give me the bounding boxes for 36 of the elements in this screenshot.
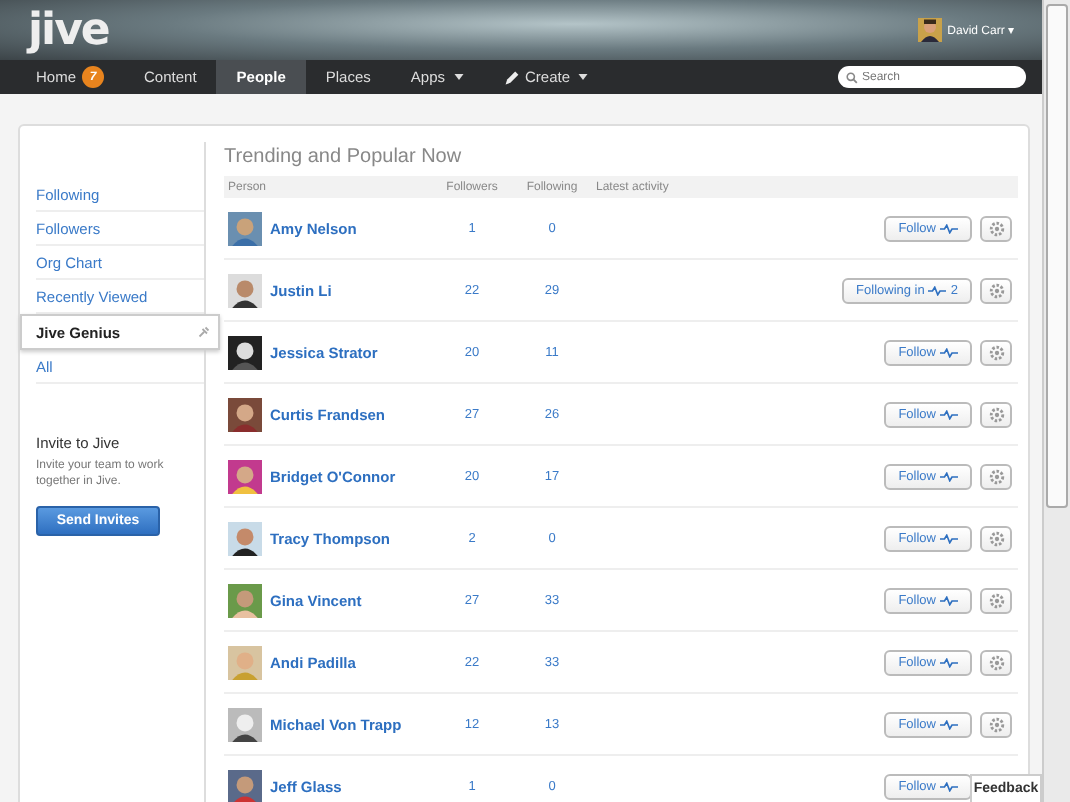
settings-button[interactable]: [980, 525, 1012, 551]
activity-icon: [940, 347, 958, 357]
settings-button[interactable]: [980, 711, 1012, 737]
gear-icon: [987, 281, 1005, 299]
gear-icon: [987, 653, 1005, 671]
activity-icon: [940, 223, 958, 233]
settings-button[interactable]: [980, 215, 1012, 241]
jive-logo[interactable]: jive: [28, 5, 109, 55]
activity-icon: [940, 533, 958, 543]
gear-icon: [987, 591, 1005, 609]
pin-icon: [198, 326, 210, 338]
gear-icon: [987, 405, 1005, 423]
search-icon: [846, 71, 858, 83]
activity-icon: [940, 471, 958, 481]
pencil-icon: [503, 69, 520, 85]
settings-button[interactable]: [980, 277, 1012, 303]
caret-icon: [578, 74, 589, 80]
gear-icon: [987, 343, 1005, 361]
activity-icon: [940, 657, 958, 667]
settings-button[interactable]: [980, 339, 1012, 365]
gear-icon: [987, 529, 1005, 547]
caret-icon: [453, 74, 464, 80]
settings-button[interactable]: [980, 463, 1012, 489]
gear-icon: [987, 467, 1005, 485]
settings-button[interactable]: [980, 401, 1012, 427]
scrollbar[interactable]: [1042, 0, 1070, 802]
gear-icon: [987, 219, 1005, 237]
activity-icon: [940, 409, 958, 419]
activity-icon: [940, 719, 958, 729]
section-title: Trending and Popular Now: [224, 146, 464, 168]
activity-icon: [940, 595, 958, 605]
settings-button[interactable]: [980, 649, 1012, 675]
settings-button[interactable]: [980, 587, 1012, 613]
activity-icon: [940, 781, 958, 791]
gear-icon: [987, 715, 1005, 733]
activity-icon: [928, 285, 947, 295]
